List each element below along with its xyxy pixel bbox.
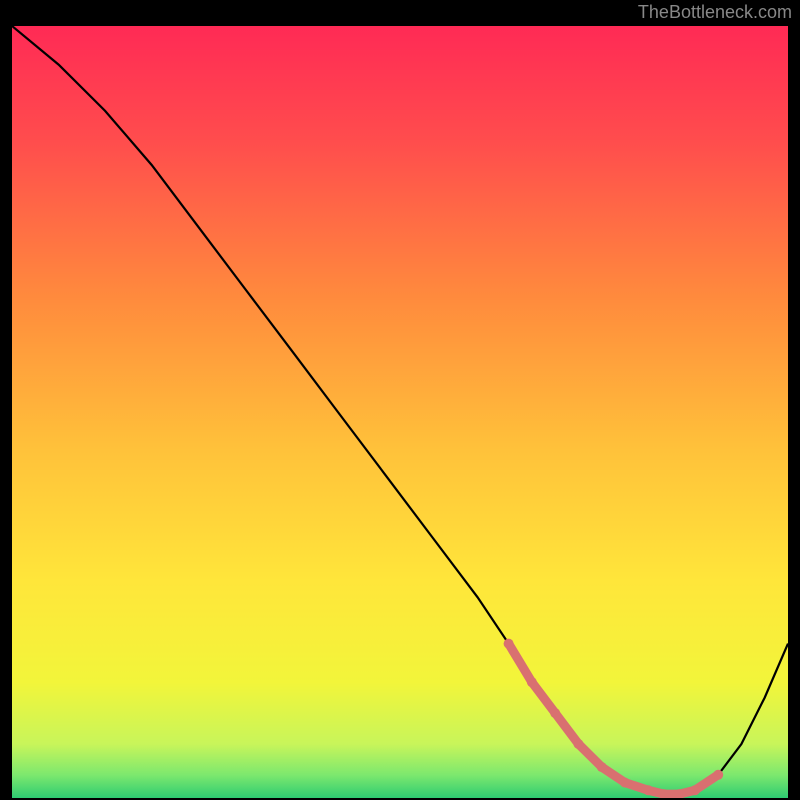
chart-area bbox=[12, 26, 788, 798]
highlighted-range-markers bbox=[504, 639, 724, 798]
bottleneck-curve bbox=[12, 26, 788, 794]
attribution-text: TheBottleneck.com bbox=[638, 2, 792, 23]
curve-layer bbox=[12, 26, 788, 798]
